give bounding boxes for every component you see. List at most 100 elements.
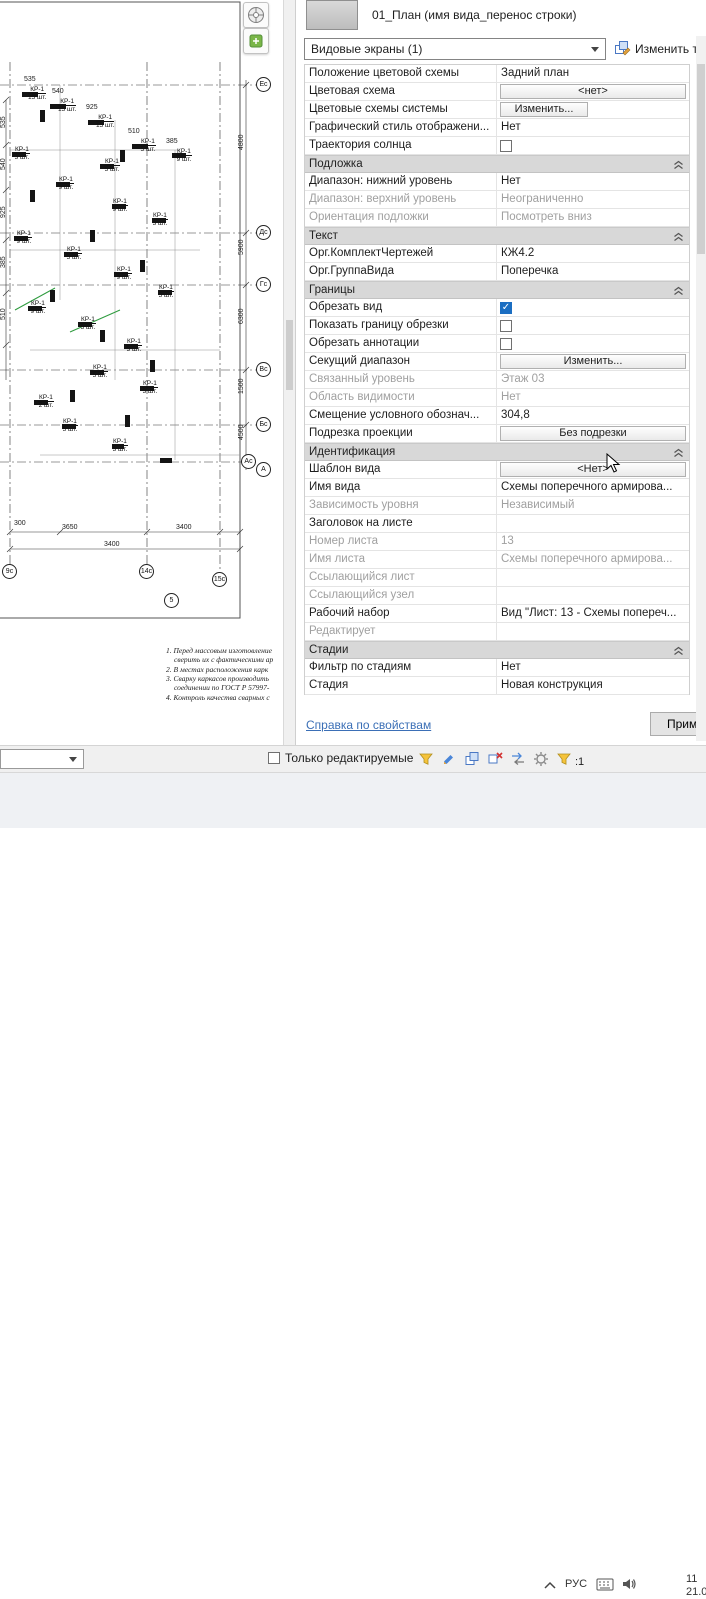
- touch-keyboard-icon[interactable]: [596, 1578, 614, 1591]
- property-row: Область видимости Нет: [305, 389, 689, 407]
- property-value-cell: Этаж 03: [497, 371, 689, 388]
- drawing-canvas[interactable]: Ес Дс Гс Вс Бс Ас А 9с 14с 15с 5 КР-1 15 шт. КР-1 15 ш…: [0, 0, 283, 745]
- edit-type-button[interactable]: Изменить тип: [614, 40, 706, 57]
- zoom-region-icon: [249, 34, 263, 48]
- drawing-scrollbar[interactable]: [283, 0, 296, 745]
- group-header-label: Стадии: [309, 644, 349, 656]
- editable-only-control[interactable]: Только редактируемые: [265, 751, 413, 765]
- select-toggle-icon[interactable]: [510, 751, 526, 772]
- value-checkbox[interactable]: ✓: [500, 301, 512, 314]
- property-value-cell: ✓: [497, 299, 689, 316]
- property-value: Независимый: [501, 499, 575, 511]
- property-label: Рабочий набор: [305, 605, 497, 622]
- property-value-cell: Нет: [497, 389, 689, 406]
- property-label: Имя вида: [305, 479, 497, 496]
- property-row: Стадия Новая конструкция: [305, 677, 689, 695]
- property-value-cell: Схемы поперечного армирова...: [497, 551, 689, 568]
- filter-icon[interactable]: [556, 751, 572, 772]
- scrollbar-thumb[interactable]: [697, 64, 705, 254]
- plan-drawing: [0, 1, 256, 619]
- collapse-chevron-icon[interactable]: [673, 232, 684, 242]
- type-preview-thumbnail: [306, 0, 358, 30]
- property-label: Шаблон вида: [305, 461, 497, 478]
- property-label: Цветовые схемы системы: [305, 101, 497, 118]
- property-value[interactable]: Нет: [497, 659, 521, 676]
- property-value[interactable]: Нет: [497, 119, 521, 136]
- scrollbar-thumb[interactable]: [286, 320, 293, 390]
- property-row: Орг.ГруппаВида Поперечка: [305, 263, 689, 281]
- property-value[interactable]: 304,8: [497, 407, 530, 424]
- property-value: Этаж 03: [501, 373, 545, 385]
- property-label: Орг.ГруппаВида: [305, 263, 497, 280]
- language-indicator[interactable]: РУС: [565, 1578, 587, 1590]
- property-row: Графический стиль отображени... Нет: [305, 119, 689, 137]
- group-header[interactable]: Подложка: [305, 155, 689, 173]
- property-label: Орг.КомплектЧертежей: [305, 245, 497, 262]
- navigation-wheel-button[interactable]: [243, 2, 269, 28]
- type-selector-dropdown[interactable]: Видовые экраны (1): [304, 38, 606, 60]
- property-row: Положение цветовой схемы Задний план: [305, 65, 689, 83]
- unloaded-links-icon[interactable]: [487, 751, 503, 772]
- property-grid: Положение цветовой схемы Задний план Цвето…: [304, 64, 690, 695]
- property-value[interactable]: КЖ4.2: [497, 245, 534, 262]
- properties-scrollbar[interactable]: [696, 36, 706, 741]
- property-row: Имя листа Схемы поперечного армирова...: [305, 551, 689, 569]
- chevron-down-icon: [69, 757, 77, 762]
- property-label: Обрезать аннотации: [305, 335, 497, 352]
- property-label: Подрезка проекции: [305, 425, 497, 442]
- property-label: Связанный уровень: [305, 371, 497, 388]
- value-button[interactable]: <нет>: [500, 84, 686, 99]
- property-value[interactable]: Вид "Лист: 13 - Схемы попереч...: [497, 605, 676, 622]
- value-button[interactable]: Изменить...: [500, 354, 686, 369]
- property-label: Обрезать вид: [305, 299, 497, 316]
- collapse-chevron-icon[interactable]: [673, 646, 684, 656]
- property-row: Диапазон: нижний уровень Нет: [305, 173, 689, 191]
- clock-date: 21.0: [686, 1586, 706, 1598]
- value-checkbox[interactable]: [500, 139, 512, 152]
- group-header[interactable]: Идентификация: [305, 443, 689, 461]
- property-value-cell: Неограниченно: [497, 191, 689, 208]
- property-label: Графический стиль отображени...: [305, 119, 497, 136]
- editable-only-checkbox[interactable]: [268, 752, 280, 764]
- properties-help-link[interactable]: Справка по свойствам: [306, 718, 431, 732]
- property-label: Имя листа: [305, 551, 497, 568]
- editable-only-label: Только редактируемые: [285, 751, 414, 765]
- property-value[interactable]: Поперечка: [497, 263, 558, 280]
- value-checkbox[interactable]: [500, 337, 512, 350]
- property-value[interactable]: Новая конструкция: [497, 677, 603, 694]
- collapse-chevron-icon[interactable]: [673, 448, 684, 458]
- value-checkbox[interactable]: [500, 319, 512, 332]
- group-header[interactable]: Стадии: [305, 641, 689, 659]
- value-button[interactable]: <Нет>: [500, 462, 686, 477]
- status-dropdown[interactable]: [0, 749, 84, 769]
- property-value-cell: Новая конструкция: [497, 677, 689, 694]
- worksets-icon[interactable]: [464, 751, 480, 772]
- options-gear-icon[interactable]: [533, 751, 549, 772]
- speaker-icon[interactable]: [621, 1577, 637, 1591]
- value-button[interactable]: Изменить...: [500, 102, 588, 117]
- properties-palette: 01_План (имя вида_перенос строки) Видовы…: [296, 0, 706, 745]
- property-value-cell: Схемы поперечного армирова...: [497, 479, 689, 496]
- property-value-cell: <Нет>: [497, 461, 689, 478]
- collapse-chevron-icon[interactable]: [673, 286, 684, 296]
- property-value-cell: Без подрезки: [497, 425, 689, 442]
- property-value[interactable]: Нет: [497, 173, 521, 190]
- property-value-cell: Изменить...: [497, 353, 689, 370]
- property-value-cell: [497, 137, 689, 154]
- edit-mode-icon[interactable]: [441, 751, 457, 772]
- property-value[interactable]: Задний план: [497, 65, 569, 82]
- collapse-chevron-icon[interactable]: [673, 160, 684, 170]
- property-value-cell: Нет: [497, 659, 689, 676]
- property-value-cell: [497, 587, 689, 604]
- zoom-region-button[interactable]: [243, 28, 269, 54]
- group-header[interactable]: Текст: [305, 227, 689, 245]
- group-header[interactable]: Границы: [305, 281, 689, 299]
- property-row: Ориентация подложки Посмотреть вниз: [305, 209, 689, 227]
- worksharing-request-icon[interactable]: [418, 751, 434, 772]
- property-label: Ссылающийся узел: [305, 587, 497, 604]
- property-value[interactable]: Схемы поперечного армирова...: [497, 479, 673, 496]
- tray-expand-chevron-icon[interactable]: [543, 1581, 557, 1590]
- group-header-label: Подложка: [309, 158, 363, 170]
- clock[interactable]: 11 21.0: [686, 1573, 706, 1599]
- value-button[interactable]: Без подрезки: [500, 426, 686, 441]
